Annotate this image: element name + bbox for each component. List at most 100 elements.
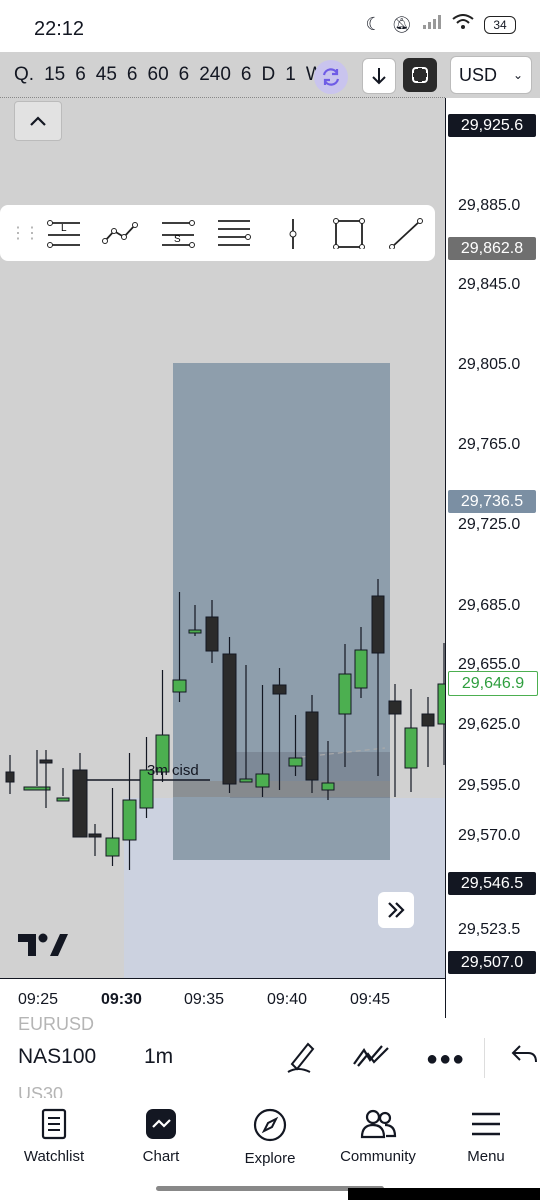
- candle-body: [72, 769, 88, 838]
- price-tag-low: 29,507.0: [448, 951, 536, 974]
- interval-item[interactable]: 240: [199, 64, 231, 86]
- nav-label: Watchlist: [23, 1148, 85, 1165]
- short-position-tool-icon[interactable]: S: [160, 217, 196, 249]
- candle-body: [404, 727, 418, 769]
- timeframe[interactable]: 1m: [144, 1045, 173, 1069]
- interval-item[interactable]: Q.: [14, 64, 34, 86]
- price-tag-mid: 29,736.5: [448, 490, 536, 513]
- collapse-toolbar-button[interactable]: [14, 101, 62, 141]
- nav-explore[interactable]: Explore: [216, 1108, 324, 1167]
- sync-button[interactable]: [314, 60, 348, 94]
- candle-body: [371, 595, 385, 654]
- time-label: 09:40: [267, 991, 308, 1008]
- community-icon: [360, 1109, 397, 1139]
- battery-icon: 34: [484, 15, 516, 34]
- candle-body: [255, 773, 270, 788]
- nav-label: Chart: [142, 1148, 180, 1165]
- interval-item[interactable]: 6: [179, 64, 190, 86]
- candle-body: [56, 797, 70, 802]
- price-tag-last: 29,646.9: [448, 671, 538, 696]
- interval-item[interactable]: D: [262, 64, 276, 86]
- arrow-down-icon: [372, 68, 386, 85]
- prev-symbol[interactable]: EURUSD: [18, 1014, 94, 1035]
- chevron-up-icon: [30, 116, 46, 126]
- trend-line-tool-icon[interactable]: [388, 217, 424, 249]
- watchlist-icon: [41, 1108, 67, 1140]
- menu-icon: [472, 1112, 500, 1136]
- moon-icon: ☾: [365, 14, 382, 34]
- tradingview-logo: [16, 930, 68, 963]
- vertical-line-tool-icon[interactable]: [276, 217, 312, 249]
- status-time: 22:12: [34, 18, 85, 40]
- candle-body: [105, 837, 120, 857]
- chart-icon: [146, 1109, 176, 1139]
- candle-body: [321, 782, 335, 791]
- cisd-label[interactable]: 3m cisd: [147, 762, 199, 779]
- interval-item[interactable]: 1: [285, 64, 296, 86]
- horizontal-lines-tool-icon[interactable]: [216, 217, 252, 249]
- candle-body: [272, 684, 287, 695]
- price-label: 29,625.0: [458, 716, 521, 733]
- interval-item[interactable]: 6: [75, 64, 86, 86]
- nav-watchlist[interactable]: Watchlist: [0, 1108, 108, 1165]
- nav-chart[interactable]: Chart: [107, 1108, 215, 1165]
- price-tag-top: 29,925.6: [448, 114, 536, 137]
- candle-body: [188, 629, 202, 634]
- stop-zone: [173, 781, 390, 797]
- nav-label: Menu: [467, 1148, 505, 1165]
- time-label: 09:45: [350, 991, 391, 1008]
- long-position-tool-icon[interactable]: L: [46, 217, 82, 249]
- divider: [0, 97, 445, 98]
- price-label: 29,685.0: [458, 597, 521, 614]
- chart-canvas[interactable]: [0, 52, 445, 978]
- undo-icon[interactable]: [510, 1042, 538, 1071]
- nav-label: Community: [340, 1148, 416, 1165]
- candle-body: [437, 683, 445, 725]
- candle-body: [239, 778, 253, 783]
- path-tool-icon[interactable]: [102, 217, 138, 249]
- symbol-name[interactable]: NAS100: [18, 1045, 96, 1069]
- rectangle-tool-icon[interactable]: [332, 217, 368, 249]
- compass-icon: [253, 1108, 287, 1142]
- price-label: 29,765.0: [458, 436, 521, 453]
- nav-menu[interactable]: Menu: [432, 1108, 540, 1165]
- mute-icon: 🔕︎: [391, 16, 412, 34]
- status-bar: 22:12 ☾ 🔕︎ 34: [0, 0, 540, 52]
- price-axis[interactable]: 29,925.6 29,885.0 29,862.8 29,845.0 29,8…: [445, 98, 540, 978]
- fullscreen-button[interactable]: [403, 58, 437, 92]
- wifi-icon: [452, 14, 474, 35]
- price-label: 29,845.0: [458, 276, 521, 293]
- interval-item[interactable]: 6: [127, 64, 138, 86]
- interval-item[interactable]: 60: [148, 64, 169, 86]
- nav-community[interactable]: Community: [324, 1108, 432, 1165]
- candle-body: [122, 799, 137, 841]
- time-label: 09:35: [184, 991, 225, 1008]
- price-label: 29,885.0: [458, 197, 521, 214]
- currency-select[interactable]: USD ⌄: [450, 56, 532, 94]
- nav-bar-strip: [348, 1188, 540, 1200]
- nav-label: Explore: [244, 1150, 296, 1167]
- price-label: 29,725.0: [458, 516, 521, 533]
- candle-body: [222, 653, 237, 785]
- candle-body: [305, 711, 319, 781]
- candle-body: [5, 771, 15, 783]
- candle-body: [88, 833, 102, 838]
- svg-text:L: L: [61, 223, 67, 234]
- svg-text:S: S: [174, 234, 181, 245]
- interval-item[interactable]: 15: [44, 64, 65, 86]
- interval-item[interactable]: 45: [96, 64, 117, 86]
- more-icon[interactable]: ●●●: [426, 1048, 465, 1071]
- time-axis[interactable]: 09:25 09:30 09:35 09:40 09:45: [0, 978, 445, 1019]
- scroll-down-button[interactable]: [362, 58, 396, 94]
- interval-item[interactable]: 6: [241, 64, 252, 86]
- signal-icon: [422, 14, 442, 35]
- candle-body: [338, 673, 352, 715]
- drag-handle-icon[interactable]: ⋮⋮: [10, 223, 40, 243]
- candle-body: [354, 649, 368, 689]
- indicators-icon[interactable]: [352, 1042, 390, 1073]
- candle-body: [39, 759, 53, 764]
- pencil-icon[interactable]: [284, 1040, 316, 1079]
- scroll-to-realtime-button[interactable]: [378, 892, 414, 928]
- fullscreen-icon: [412, 67, 428, 83]
- currency-value: USD: [459, 64, 498, 85]
